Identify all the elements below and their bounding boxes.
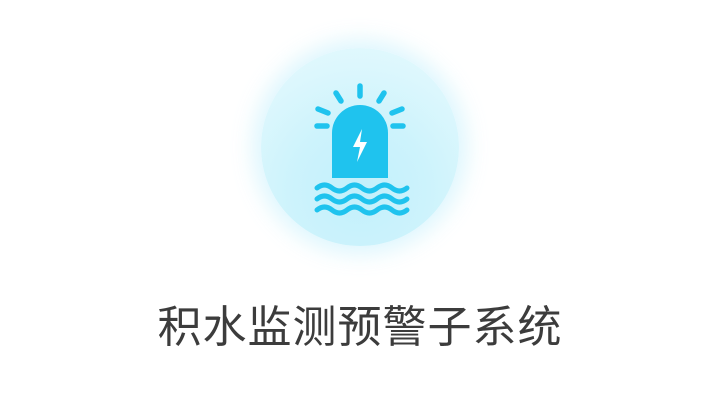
alarm-beacon-flood-icon (314, 83, 410, 216)
water-waves-icon (314, 182, 410, 216)
app-title: 积水监测预警子系统 (157, 302, 563, 353)
app-icon-badge (261, 48, 459, 246)
